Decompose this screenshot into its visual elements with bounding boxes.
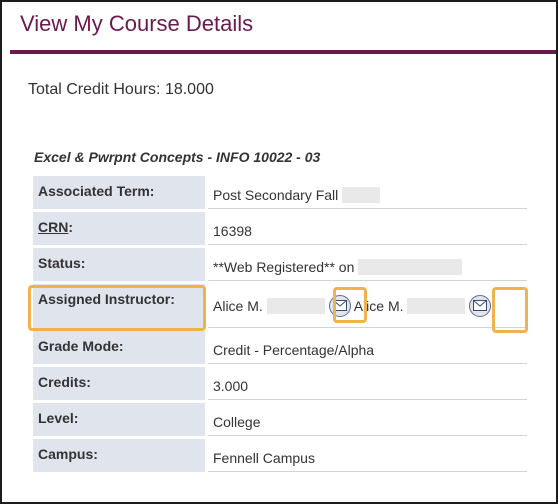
course-title: Excel & Pwrpnt Concepts - INFO 10022 - 0…: [34, 149, 321, 165]
status-text: **Web Registered** on: [213, 259, 355, 275]
table-row-assigned-instructor: Assigned Instructor: Alice M. Alice M.: [33, 284, 527, 328]
redacted-instructor-2-surname: [407, 298, 466, 314]
value-status: **Web Registered** on: [208, 248, 527, 281]
instructor-2-name: Alice M.: [353, 298, 404, 314]
label-grade-mode: Grade Mode:: [33, 331, 205, 364]
label-level: Level:: [33, 403, 205, 436]
table-row-level: Level: College: [33, 403, 527, 436]
table-row-credits: Credits: 3.000: [33, 367, 527, 400]
crn-colon: :: [68, 219, 74, 235]
value-level: College: [208, 403, 527, 436]
header-divider: [10, 50, 556, 54]
label-credits: Credits:: [33, 367, 205, 400]
page-title: View My Course Details: [20, 11, 254, 36]
table-row-status: Status: **Web Registered** on: [33, 248, 527, 281]
value-campus: Fennell Campus: [208, 439, 527, 472]
envelope-icon[interactable]: [469, 295, 492, 317]
label-assigned-instructor: Assigned Instructor:: [33, 284, 205, 328]
label-status: Status:: [33, 248, 205, 281]
value-assigned-instructor: Alice M. Alice M.: [208, 284, 527, 328]
redacted-instructor-1-surname: [266, 298, 325, 314]
redacted-status-date: [358, 259, 463, 275]
course-details-table: Associated Term: Post Secondary Fall CRN…: [30, 173, 530, 475]
table-row-campus: Campus: Fennell Campus: [33, 439, 527, 472]
label-associated-term: Associated Term:: [33, 176, 205, 209]
crn-abbreviation: CRN: [38, 219, 69, 235]
value-credits: 3.000: [208, 367, 527, 400]
table-row-associated-term: Associated Term: Post Secondary Fall: [33, 176, 527, 209]
instructor-1-name: Alice M.: [213, 298, 263, 314]
table-row-grade-mode: Grade Mode: Credit - Percentage/Alpha: [33, 331, 527, 364]
term-text: Post Secondary Fall: [213, 187, 339, 203]
course-details-panel: View My Course Details Total Credit Hour…: [0, 0, 558, 504]
label-crn: CRN:: [33, 212, 205, 245]
value-grade-mode: Credit - Percentage/Alpha: [208, 331, 527, 364]
table-row-crn: CRN: 16398: [33, 212, 527, 245]
value-crn: 16398: [208, 212, 527, 245]
envelope-icon[interactable]: [328, 295, 351, 317]
redacted-term-year: [342, 187, 381, 203]
value-associated-term: Post Secondary Fall: [208, 176, 527, 209]
label-campus: Campus:: [33, 439, 205, 472]
total-credit-hours: Total Credit Hours: 18.000: [28, 81, 214, 98]
